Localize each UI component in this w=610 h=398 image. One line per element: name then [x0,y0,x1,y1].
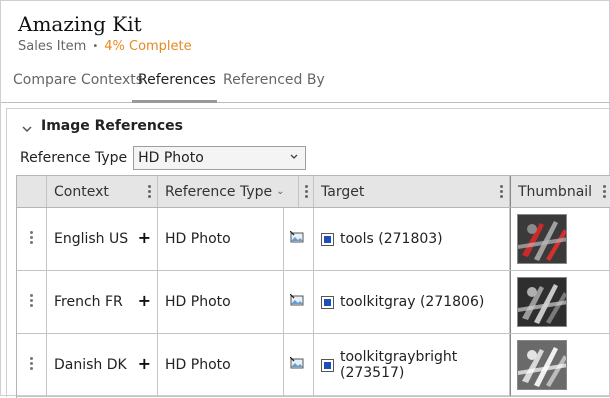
image-type-icon [289,293,304,310]
reference-type-value: HD Photo [165,357,231,373]
column-menu-icon[interactable] [148,185,151,199]
drag-handle-icon[interactable] [30,294,33,308]
context-value: French FR [54,294,123,310]
reference-type-cell: HD Photo [158,208,284,270]
add-context-icon[interactable]: + [138,230,151,246]
header-context-label: Context [54,183,109,200]
item-type-label: Sales Item [18,39,87,54]
product-image-icon [321,358,334,372]
page-subtitle: Sales Item • 4% Complete [18,39,192,54]
add-context-icon[interactable]: + [138,356,151,372]
window-frame: Amazing Kit Sales Item • 4% Complete Com… [0,0,610,398]
drag-cell[interactable] [17,271,47,333]
page-title: Amazing Kit [18,12,142,36]
context-value: Danish DK [54,357,127,373]
thumbnail-image[interactable] [517,277,567,327]
header-target-label: Target [321,183,365,200]
references-table: Context Reference Type ⌄ Target Thumbnai… [16,175,610,398]
reference-type-filter: Reference Type HD Photo [20,146,307,170]
thumbnail-cell [510,208,610,270]
context-cell: English US + [47,208,158,270]
reference-type-value: HD Photo [138,150,204,166]
drag-handle-icon[interactable] [30,231,33,245]
thumbnail-cell [510,334,610,396]
tab-references[interactable]: References [132,72,217,103]
table-header: Context Reference Type ⌄ Target Thumbnai… [17,176,610,208]
section-title: Image References [41,118,183,134]
drag-cell[interactable] [17,208,47,270]
image-references-panel: Image References Reference Type HD Photo… [6,108,610,398]
header-context[interactable]: Context [47,176,158,207]
target-cell[interactable]: toolkitgraybright (273517) [314,334,510,396]
context-cell: Danish DK + [47,334,158,396]
thumbnail-cell [510,271,610,333]
reference-type-cell: HD Photo [158,271,284,333]
header-thumbnail-label: Thumbnail [518,183,593,200]
header-thumbnail[interactable]: Thumbnail [510,176,610,207]
image-type-icon [289,230,304,247]
target-cell[interactable]: toolkitgray (271806) [314,271,510,333]
drag-cell[interactable] [17,334,47,396]
tab-bar: Compare Contexts References Referenced B… [1,61,610,103]
reference-type-value: HD Photo [165,231,231,247]
product-image-icon [321,232,334,246]
thumbnail-image[interactable] [517,214,567,264]
target-value[interactable]: toolkitgray (271806) [340,294,484,310]
drag-handle-icon[interactable] [30,357,33,371]
image-type-icon [289,356,304,373]
chevron-down-icon [289,150,299,166]
completion-status: 4% Complete [104,39,192,54]
product-image-icon [321,295,334,309]
column-menu-icon[interactable] [603,185,606,199]
table-row[interactable]: French FR + HD Photo toolkitgray (271806… [17,271,610,334]
header-reference-type-label: Reference Type [165,183,273,200]
add-context-icon[interactable]: + [138,293,151,309]
reference-type-cell: HD Photo [158,334,284,396]
section-header[interactable]: Image References [21,118,183,134]
column-menu-icon[interactable] [500,185,503,199]
header-drag-column [17,176,47,207]
sort-chevron-icon[interactable]: ⌄ [276,186,284,197]
target-value[interactable]: toolkitgraybright (273517) [340,349,509,381]
target-cell[interactable]: tools (271803) [314,208,510,270]
subtitle-separator: • [92,41,99,52]
image-type-cell [284,208,314,270]
image-type-cell [284,271,314,333]
reference-type-label: Reference Type [20,150,128,166]
column-menu-icon[interactable] [305,185,308,199]
reference-type-value: HD Photo [165,294,231,310]
reference-type-select[interactable]: HD Photo [133,146,307,170]
table-row[interactable]: English US + HD Photo tools (271803) [17,208,610,271]
chevron-down-icon[interactable] [21,120,33,133]
context-value: English US [54,231,129,247]
context-cell: French FR + [47,271,158,333]
target-value[interactable]: tools (271803) [340,231,443,247]
header-kebab-cell[interactable] [299,176,314,207]
image-type-cell [284,334,314,396]
tab-compare-contexts[interactable]: Compare Contexts [7,72,149,103]
header-reference-type[interactable]: Reference Type ⌄ [158,176,299,207]
table-row[interactable]: Danish DK + HD Photo toolkitgraybright (… [17,334,610,397]
thumbnail-image[interactable] [517,340,567,390]
tab-referenced-by[interactable]: Referenced By [217,72,331,103]
header-target[interactable]: Target [314,176,510,207]
